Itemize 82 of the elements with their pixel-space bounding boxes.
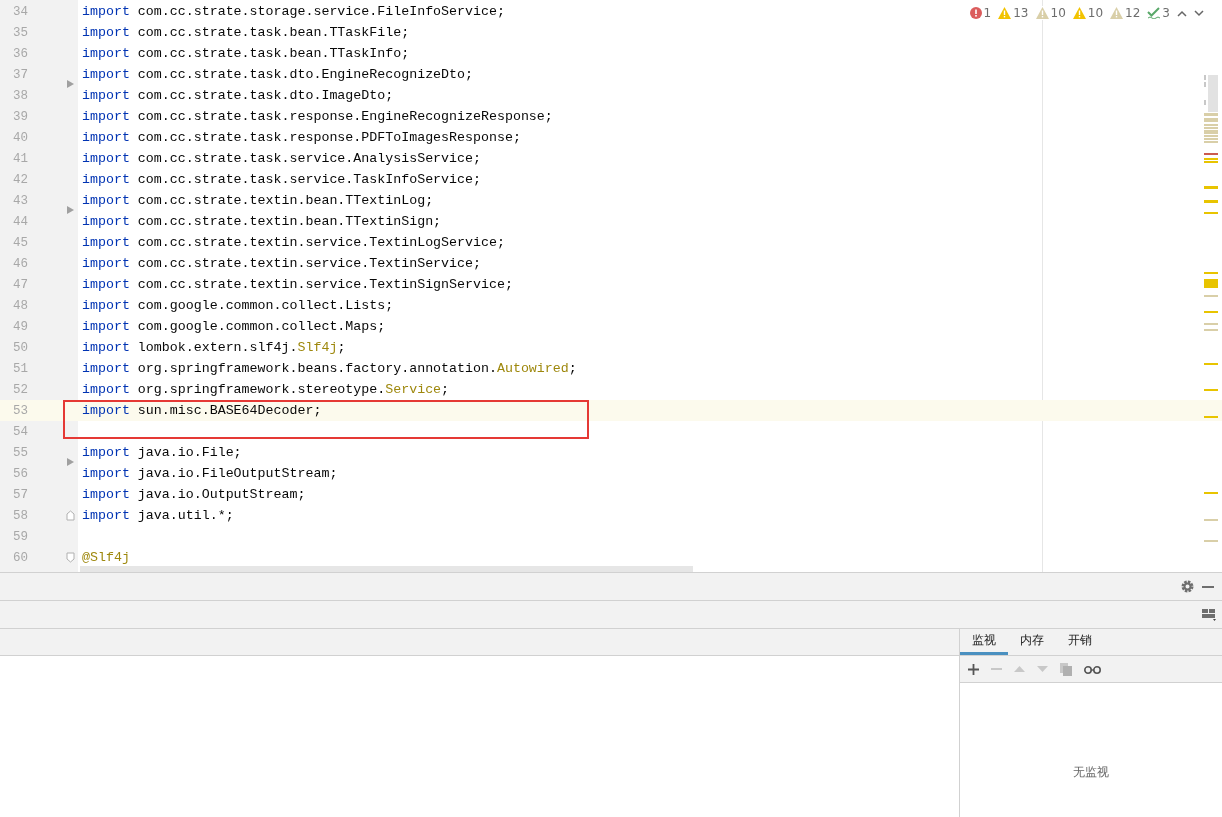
fold-start-icon[interactable] — [66, 552, 75, 563]
fold-arrow-icon[interactable] — [66, 79, 75, 89]
inspection-counter[interactable]: 10 — [1035, 6, 1066, 20]
line-number: 44 — [12, 214, 28, 229]
line-number: 47 — [12, 277, 28, 292]
up-triangle-icon[interactable] — [1014, 666, 1025, 672]
glasses-icon[interactable] — [1084, 664, 1101, 674]
inspection-count: 10 — [1087, 6, 1104, 20]
down-triangle-icon[interactable] — [1037, 666, 1048, 672]
code-line: import com.google.common.collect.Maps; — [82, 319, 386, 334]
line-number: 38 — [12, 88, 28, 103]
code-line: import sun.misc.BASE64Decoder; — [82, 403, 322, 418]
line-number: 58 — [12, 508, 28, 523]
line-number: 40 — [12, 130, 28, 145]
line-number: 51 — [12, 361, 28, 376]
inspection-counter[interactable]: 13 — [998, 6, 1029, 20]
minimize-icon[interactable] — [1202, 585, 1214, 588]
line-number: 59 — [12, 529, 28, 544]
code-line: import com.cc.strate.task.bean.TTaskFile; — [82, 25, 410, 40]
inspection-counter[interactable]: 10 — [1072, 6, 1104, 20]
line-number: 56 — [12, 466, 28, 481]
settings-icon[interactable] — [1181, 580, 1194, 593]
line-number: 42 — [12, 172, 28, 187]
code-line: import com.cc.strate.task.bean.TTaskInfo; — [82, 46, 410, 61]
code-line: import com.cc.strate.textin.bean.TTextinLog; — [82, 193, 434, 208]
line-number: 36 — [12, 46, 28, 61]
code-line: import com.cc.strate.task.dto.EngineRecognizeDto; — [82, 67, 473, 82]
line-number: 39 — [12, 109, 28, 124]
check-icon — [1147, 7, 1161, 19]
panel-tab[interactable]: 开销 — [1056, 629, 1104, 655]
code-line: import com.cc.strate.task.service.AnalysisService; — [82, 151, 481, 166]
inspection-count: 13 — [1013, 6, 1029, 20]
code-line: import java.io.FileOutputStream; — [82, 466, 338, 481]
fold-end-icon[interactable] — [66, 510, 75, 521]
code-line: import com.cc.strate.storage.service.FileInfoService; — [82, 4, 505, 19]
line-number: 50 — [12, 340, 28, 355]
line-number: 57 — [12, 487, 28, 502]
code-line: import lombok.extern.slf4j.Slf4j; — [82, 340, 346, 355]
inspection-counter[interactable]: 3 — [1147, 6, 1170, 20]
fold-arrow-icon[interactable] — [66, 457, 75, 467]
inspection-counter[interactable]: 12 — [1110, 6, 1141, 20]
line-number: 60 — [12, 550, 28, 565]
line-number: 48 — [12, 298, 28, 313]
copy-icon[interactable] — [1060, 662, 1072, 676]
code-line: import com.cc.strate.textin.service.TextinService; — [82, 256, 481, 271]
inspection-count: 10 — [1050, 6, 1066, 20]
code-line: @Slf4j — [82, 550, 130, 565]
code-line: import com.cc.strate.task.dto.ImageDto; — [82, 88, 394, 103]
inspection-counter[interactable]: 1 — [969, 6, 992, 20]
empty-watches-text: 无监视 — [1073, 764, 1109, 781]
line-number: 52 — [12, 382, 28, 397]
line-number: 41 — [12, 151, 28, 166]
code-line: import com.cc.strate.task.response.PDFToImagesResponse; — [82, 130, 521, 145]
line-number: 53 — [12, 403, 28, 418]
layout-icon[interactable] — [1202, 608, 1216, 621]
code-line: import java.io.File; — [82, 445, 242, 460]
horizontal-scrollbar[interactable] — [80, 566, 693, 572]
line-number: 34 — [12, 4, 28, 19]
code-line: import com.cc.strate.task.response.EngineRecognizeResponse; — [82, 109, 553, 124]
line-number: 37 — [12, 67, 28, 82]
add-icon[interactable] — [968, 663, 979, 675]
line-number: 49 — [12, 319, 28, 334]
code-line: import com.cc.strate.textin.bean.TTextinSign; — [82, 214, 442, 229]
inspection-count: 1 — [983, 6, 992, 20]
line-number: 54 — [12, 424, 28, 439]
code-line: import org.springframework.stereotype.Service; — [82, 382, 450, 397]
fold-arrow-icon[interactable] — [66, 205, 75, 215]
panel-tab[interactable]: 内存 — [1008, 629, 1056, 655]
code-line: import org.springframework.beans.factory.annotation.Autowired; — [82, 361, 577, 376]
line-number: 46 — [12, 256, 28, 271]
code-line: import java.io.OutputStream; — [82, 487, 306, 502]
line-number: 43 — [12, 193, 28, 208]
code-line: import com.cc.strate.task.service.TaskInfoService; — [82, 172, 481, 187]
inspection-count: 12 — [1125, 6, 1141, 20]
line-number: 45 — [12, 235, 28, 250]
line-number: 35 — [12, 25, 28, 40]
code-line: import com.cc.strate.textin.service.TextinLogService; — [82, 235, 505, 250]
line-number: 55 — [12, 445, 28, 460]
code-line: import com.google.common.collect.Lists; — [82, 298, 394, 313]
code-line: import com.cc.strate.textin.service.TextinSignService; — [82, 277, 513, 292]
inspection-count: 3 — [1162, 6, 1170, 20]
code-line: import java.util.*; — [82, 508, 234, 523]
